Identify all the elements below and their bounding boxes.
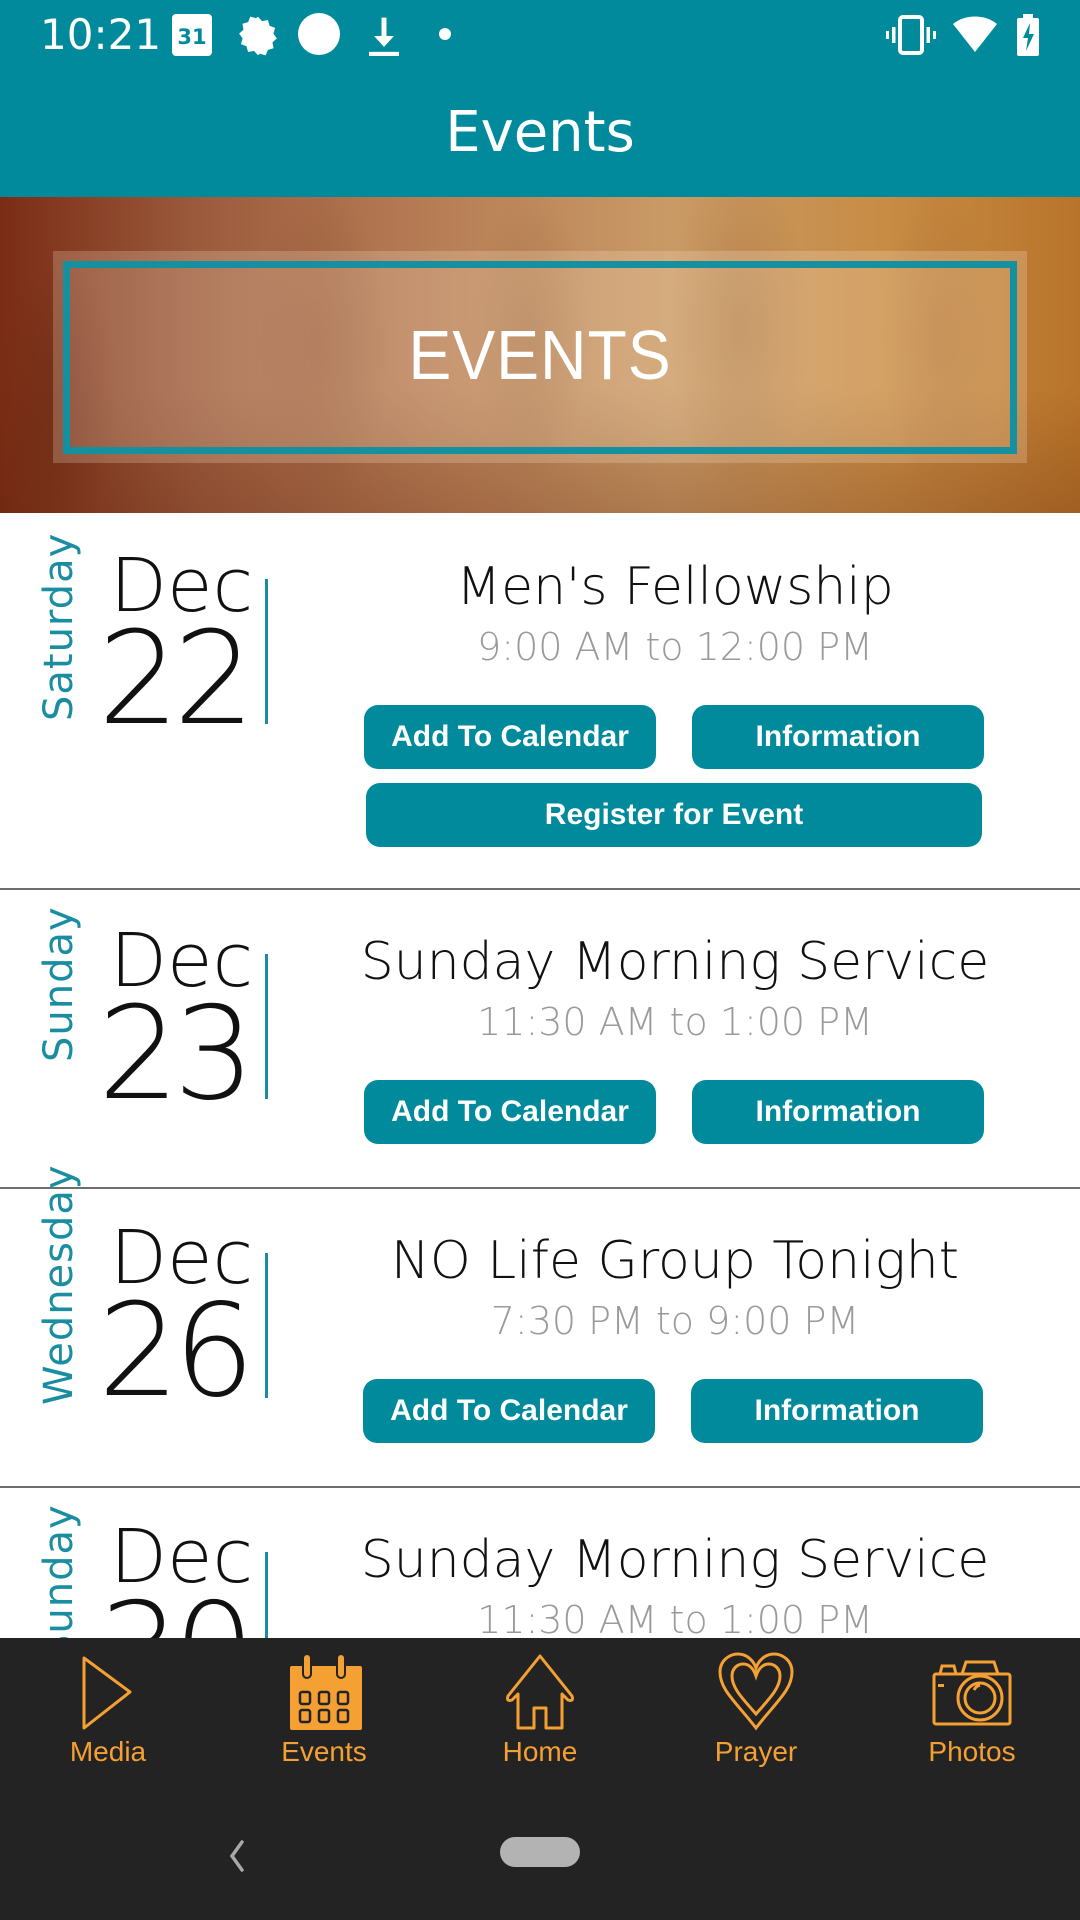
back-icon[interactable] xyxy=(222,1836,252,1876)
event-weekday: Saturday xyxy=(36,532,82,721)
event-time: 11:30 AM to 1:00 PM xyxy=(477,1598,873,1638)
event-day: 23 xyxy=(98,980,255,1129)
information-button[interactable]: Information xyxy=(692,705,984,769)
event-title: Sunday Morning Service xyxy=(360,932,990,992)
event-weekday: Sunday xyxy=(36,1504,82,1638)
event-item[interactable]: Wednesday Dec 26 NO Life Group Tonight 7… xyxy=(0,1164,1080,1488)
settings-gear-icon xyxy=(239,16,277,56)
page-title: Events xyxy=(445,100,635,165)
dot-icon xyxy=(439,28,451,40)
calendar-icon xyxy=(290,1653,362,1730)
event-weekday: Wednesday xyxy=(36,1164,82,1405)
register-for-event-button[interactable]: Register for Event xyxy=(366,783,982,847)
home-pill[interactable] xyxy=(500,1837,580,1867)
event-item[interactable]: Sunday Dec 23 Sunday Morning Service 11:… xyxy=(0,890,1080,1189)
bottom-nav: Media Events Home Prayer Photos xyxy=(0,1638,1080,1780)
add-to-calendar-button[interactable]: Add To Calendar xyxy=(364,1080,656,1144)
vibrate-icon xyxy=(886,15,936,55)
status-bar: 10:21 31 xyxy=(0,0,1080,70)
add-to-calendar-button[interactable]: Add To Calendar xyxy=(364,705,656,769)
download-icon xyxy=(369,17,399,57)
nav-item-photos[interactable]: Photos xyxy=(864,1638,1080,1780)
nav-item-prayer[interactable]: Prayer xyxy=(648,1638,864,1780)
date-divider xyxy=(265,1253,268,1398)
heart-icon xyxy=(718,1652,794,1731)
events-banner: EVENTS xyxy=(0,197,1080,513)
event-item[interactable]: Saturday Dec 22 Men's Fellowship 9:00 AM… xyxy=(0,513,1080,890)
event-weekday: Sunday xyxy=(36,906,82,1062)
event-item[interactable]: Sunday Dec 30 Sunday Morning Service 11:… xyxy=(0,1488,1080,1638)
nav-item-home[interactable]: Home xyxy=(432,1638,648,1780)
information-button[interactable]: Information xyxy=(692,1080,984,1144)
nav-label: Home xyxy=(502,1736,578,1767)
nav-label: Media xyxy=(69,1736,147,1767)
event-day: 22 xyxy=(98,605,255,754)
system-nav-bar xyxy=(0,1780,1080,1920)
event-day: 26 xyxy=(98,1277,255,1426)
status-time: 10:21 xyxy=(40,10,162,59)
events-list[interactable]: Saturday Dec 22 Men's Fellowship 9:00 AM… xyxy=(0,513,1080,1638)
nav-item-media[interactable]: Media xyxy=(0,1638,216,1780)
information-button[interactable]: Information xyxy=(691,1379,983,1443)
calendar-icon: 31 xyxy=(172,14,212,56)
nav-label: Events xyxy=(281,1736,367,1767)
date-divider xyxy=(265,579,268,724)
play-icon xyxy=(82,1656,132,1730)
event-title: Sunday Morning Service xyxy=(360,1530,990,1590)
event-title: Men's Fellowship xyxy=(456,557,894,617)
wifi-icon xyxy=(953,16,997,52)
app-bar: Events xyxy=(0,70,1080,197)
banner-title: EVENTS xyxy=(408,316,672,394)
event-time: 9:00 AM to 12:00 PM xyxy=(477,625,873,669)
nav-label: Photos xyxy=(928,1736,1016,1767)
event-time: 7:30 PM to 9:00 PM xyxy=(490,1299,860,1343)
nav-item-events[interactable]: Events xyxy=(216,1638,432,1780)
event-day: 30 xyxy=(98,1576,255,1638)
home-icon xyxy=(506,1654,574,1730)
event-time: 11:30 AM to 1:00 PM xyxy=(477,1000,873,1044)
event-title: NO Life Group Tonight xyxy=(390,1231,960,1291)
add-to-calendar-button[interactable]: Add To Calendar xyxy=(363,1379,655,1443)
circle-icon xyxy=(298,13,340,55)
camera-icon xyxy=(932,1660,1012,1726)
date-divider xyxy=(265,954,268,1099)
nav-label: Prayer xyxy=(714,1736,798,1767)
date-divider xyxy=(265,1552,268,1638)
battery-charging-icon xyxy=(1017,14,1039,56)
calendar-day: 31 xyxy=(177,25,207,49)
